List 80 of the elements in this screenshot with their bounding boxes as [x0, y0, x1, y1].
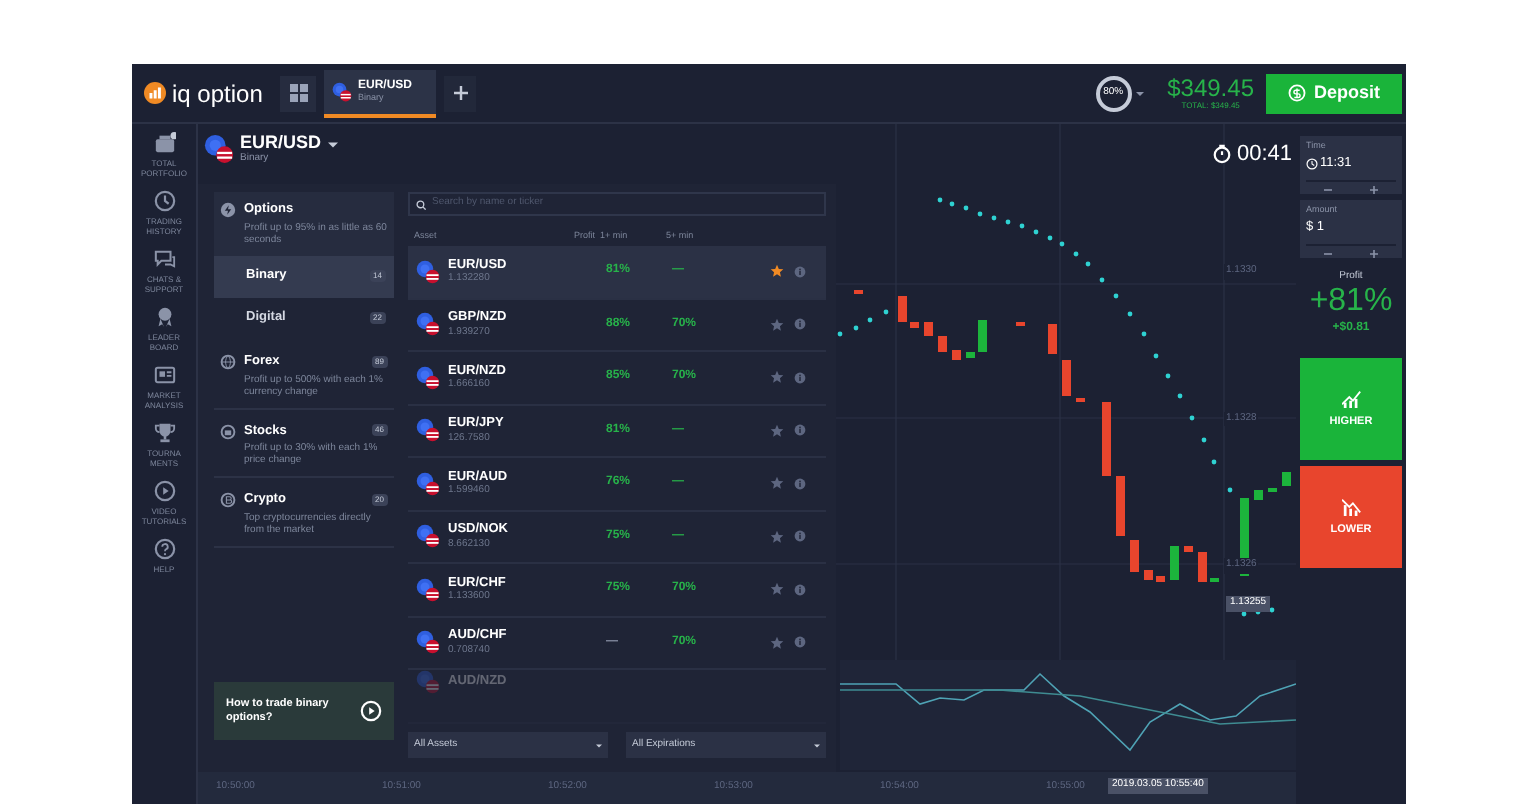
chart-up-icon	[1341, 387, 1361, 408]
candle	[1102, 402, 1111, 476]
flag-icon	[332, 81, 352, 101]
newspaper-icon	[153, 364, 175, 386]
logo-icon	[144, 82, 166, 104]
candle	[1254, 490, 1263, 500]
flag-icon	[416, 365, 440, 390]
caret-icon	[327, 142, 338, 148]
logo-text: iq option	[172, 77, 263, 111]
countdown-timer: 00:41	[1236, 140, 1292, 170]
flag-icon	[416, 577, 440, 602]
chat-bubbles-icon	[153, 248, 175, 270]
info-icon[interactable]	[794, 583, 806, 596]
candle	[1170, 546, 1179, 580]
info-icon[interactable]	[794, 530, 806, 543]
flag-icon	[416, 418, 440, 443]
candle	[1116, 476, 1125, 536]
add-tab-button[interactable]	[444, 75, 476, 111]
profit-percent: +81%	[1309, 286, 1393, 318]
candle	[952, 350, 961, 360]
candle	[1048, 324, 1057, 354]
info-icon[interactable]	[794, 318, 806, 331]
star-icon[interactable]	[770, 476, 784, 491]
flag-icon	[204, 134, 234, 164]
globe-icon	[220, 353, 236, 370]
minus-icon[interactable]	[1324, 251, 1333, 255]
plus-icon[interactable]	[1369, 185, 1378, 193]
star-icon[interactable]	[770, 582, 784, 597]
medal-icon	[153, 306, 175, 328]
candle	[1144, 570, 1153, 580]
flag-icon	[416, 259, 440, 284]
flag-icon	[416, 670, 440, 694]
plus-icon	[453, 86, 467, 100]
caret-icon	[814, 743, 820, 747]
play-icon	[360, 700, 382, 722]
flag-icon	[416, 312, 440, 337]
flag-icon	[416, 471, 440, 496]
info-icon[interactable]	[794, 265, 806, 278]
star-icon[interactable]	[770, 264, 784, 279]
apps-button[interactable]	[280, 75, 316, 111]
info-icon[interactable]	[794, 477, 806, 490]
candle	[924, 322, 933, 336]
star-icon[interactable]	[770, 635, 784, 650]
clock-icon	[153, 190, 175, 212]
minus-icon[interactable]	[1324, 187, 1333, 191]
clock-icon	[1306, 157, 1318, 170]
caret-icon	[596, 743, 602, 747]
candle	[1062, 360, 1071, 396]
lightning-icon	[220, 202, 236, 218]
dollar-icon	[1287, 84, 1306, 102]
search-icon	[416, 199, 426, 209]
stopwatch-icon	[1212, 144, 1233, 165]
info-icon[interactable]	[794, 371, 806, 384]
play-icon	[153, 480, 175, 502]
chart-down-icon	[1341, 495, 1361, 516]
grid-icon	[289, 84, 307, 102]
star-icon[interactable]	[770, 529, 784, 544]
candle	[1156, 576, 1165, 582]
candle	[898, 296, 907, 322]
caret-icon	[1135, 91, 1144, 95]
candle	[1198, 552, 1207, 582]
plus-icon[interactable]	[1369, 249, 1378, 257]
info-icon[interactable]	[794, 636, 806, 649]
info-icon[interactable]	[794, 424, 806, 437]
portfolio-icon	[153, 132, 175, 154]
candle	[966, 352, 975, 358]
candle	[1282, 472, 1291, 486]
flag-icon	[416, 524, 440, 549]
candle	[1184, 546, 1193, 552]
flag-icon	[416, 630, 440, 655]
star-icon[interactable]	[770, 317, 784, 332]
candle	[1130, 540, 1139, 572]
candle	[978, 320, 987, 352]
candle	[938, 336, 947, 352]
star-icon[interactable]	[770, 370, 784, 385]
candle	[910, 322, 919, 328]
star-icon[interactable]	[770, 423, 784, 438]
help-icon	[153, 538, 175, 560]
trophy-icon	[153, 422, 175, 444]
coin-icon	[220, 492, 236, 509]
